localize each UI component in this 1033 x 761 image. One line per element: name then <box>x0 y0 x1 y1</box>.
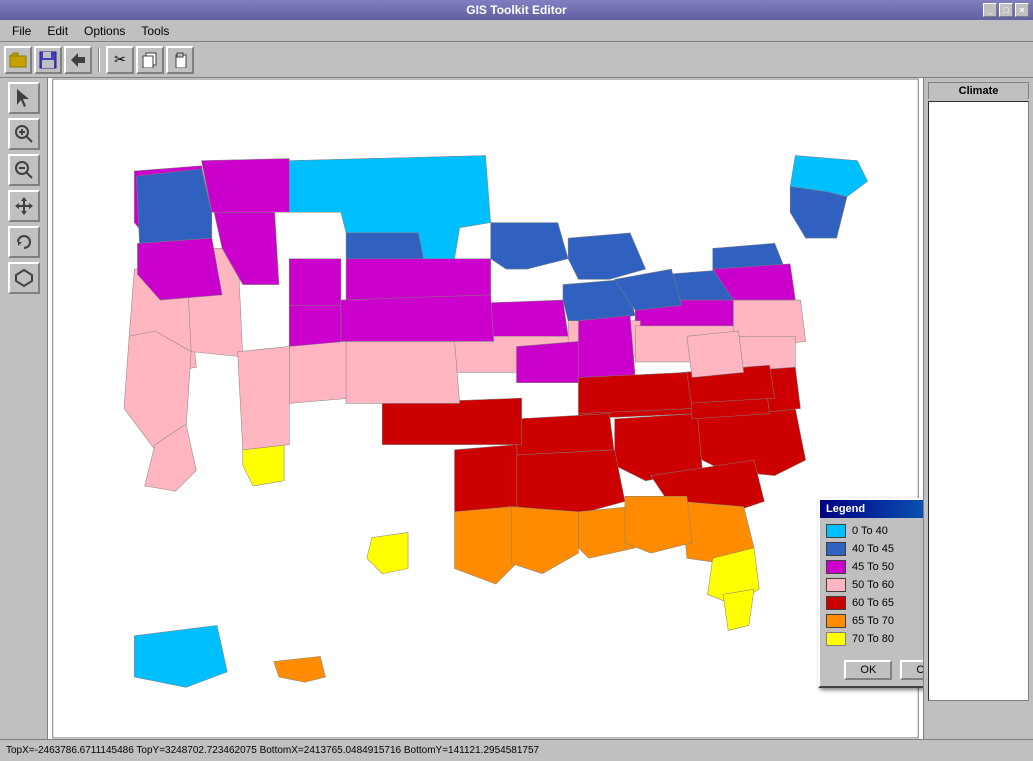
legend-label-4: 60 To 65 <box>852 597 894 609</box>
menu-tools[interactable]: Tools <box>133 22 177 40</box>
menu-edit[interactable]: Edit <box>39 22 76 40</box>
legend-label-5: 65 To 70 <box>852 615 894 627</box>
right-panel: Climate <box>923 78 1033 739</box>
copy-button[interactable] <box>136 46 164 74</box>
zoom-in-tool[interactable] <box>8 118 40 150</box>
legend-title-bar: Legend × <box>820 500 923 518</box>
legend-buttons: OK Cancel <box>820 656 923 686</box>
legend-label-6: 70 To 80 <box>852 633 894 645</box>
legend-swatch-3 <box>826 578 846 592</box>
arrow-tool[interactable] <box>8 82 40 114</box>
right-panel-content <box>928 101 1029 701</box>
right-panel-tab-label: Climate <box>959 85 999 97</box>
right-panel-tab[interactable]: Climate <box>928 82 1029 99</box>
back-button[interactable] <box>64 46 92 74</box>
legend-label-1: 40 To 45 <box>852 543 894 555</box>
title-bar: GIS Toolkit Editor _ □ × <box>0 0 1033 20</box>
window-title: GIS Toolkit Editor <box>466 3 566 17</box>
menu-bar: File Edit Options Tools <box>0 20 1033 42</box>
polygon-tool[interactable] <box>8 262 40 294</box>
cut-button[interactable]: ✂ <box>106 46 134 74</box>
minimize-button[interactable]: _ <box>983 3 997 17</box>
left-panel <box>0 78 48 739</box>
legend-title: Legend <box>826 503 865 515</box>
legend-item-0: 0 To 40 <box>826 524 923 538</box>
legend-swatch-6 <box>826 632 846 646</box>
legend-swatch-1 <box>826 542 846 556</box>
legend-swatch-2 <box>826 560 846 574</box>
legend-label-2: 45 To 50 <box>852 561 894 573</box>
legend-item-5: 65 To 70 <box>826 614 923 628</box>
map-area[interactable]: Legend × 0 To 40 40 To 45 45 To 50 <box>48 78 923 739</box>
pan-tool[interactable] <box>8 190 40 222</box>
legend-swatch-0 <box>826 524 846 538</box>
legend-ok-button[interactable]: OK <box>844 660 892 680</box>
close-button[interactable]: × <box>1015 3 1029 17</box>
zoom-out-tool[interactable] <box>8 154 40 186</box>
paste-button[interactable] <box>166 46 194 74</box>
title-bar-buttons: _ □ × <box>983 3 1029 17</box>
legend-body: 0 To 40 40 To 45 45 To 50 50 To 60 60 To… <box>820 518 923 656</box>
main-content: Legend × 0 To 40 40 To 45 45 To 50 <box>0 78 1033 739</box>
rotate-tool[interactable] <box>8 226 40 258</box>
legend-item-4: 60 To 65 <box>826 596 923 610</box>
legend-swatch-4 <box>826 596 846 610</box>
toolbar: ✂ <box>0 42 1033 78</box>
open-button[interactable] <box>4 46 32 74</box>
toolbar-separator <box>98 48 100 72</box>
save-button[interactable] <box>34 46 62 74</box>
legend-item-2: 45 To 50 <box>826 560 923 574</box>
legend-item-1: 40 To 45 <box>826 542 923 556</box>
legend-cancel-button[interactable]: Cancel <box>900 660 923 680</box>
status-bar: TopX=-2463786.6711145486 TopY=3248702.72… <box>0 739 1033 761</box>
legend-item-6: 70 To 80 <box>826 632 923 646</box>
us-map <box>48 78 923 739</box>
status-text: TopX=-2463786.6711145486 TopY=3248702.72… <box>6 745 539 756</box>
maximize-button[interactable]: □ <box>999 3 1013 17</box>
legend-swatch-5 <box>826 614 846 628</box>
menu-file[interactable]: File <box>4 22 39 40</box>
legend-dialog: Legend × 0 To 40 40 To 45 45 To 50 <box>818 498 923 688</box>
legend-item-3: 50 To 60 <box>826 578 923 592</box>
legend-label-3: 50 To 60 <box>852 579 894 591</box>
legend-label-0: 0 To 40 <box>852 525 888 537</box>
menu-options[interactable]: Options <box>76 22 133 40</box>
